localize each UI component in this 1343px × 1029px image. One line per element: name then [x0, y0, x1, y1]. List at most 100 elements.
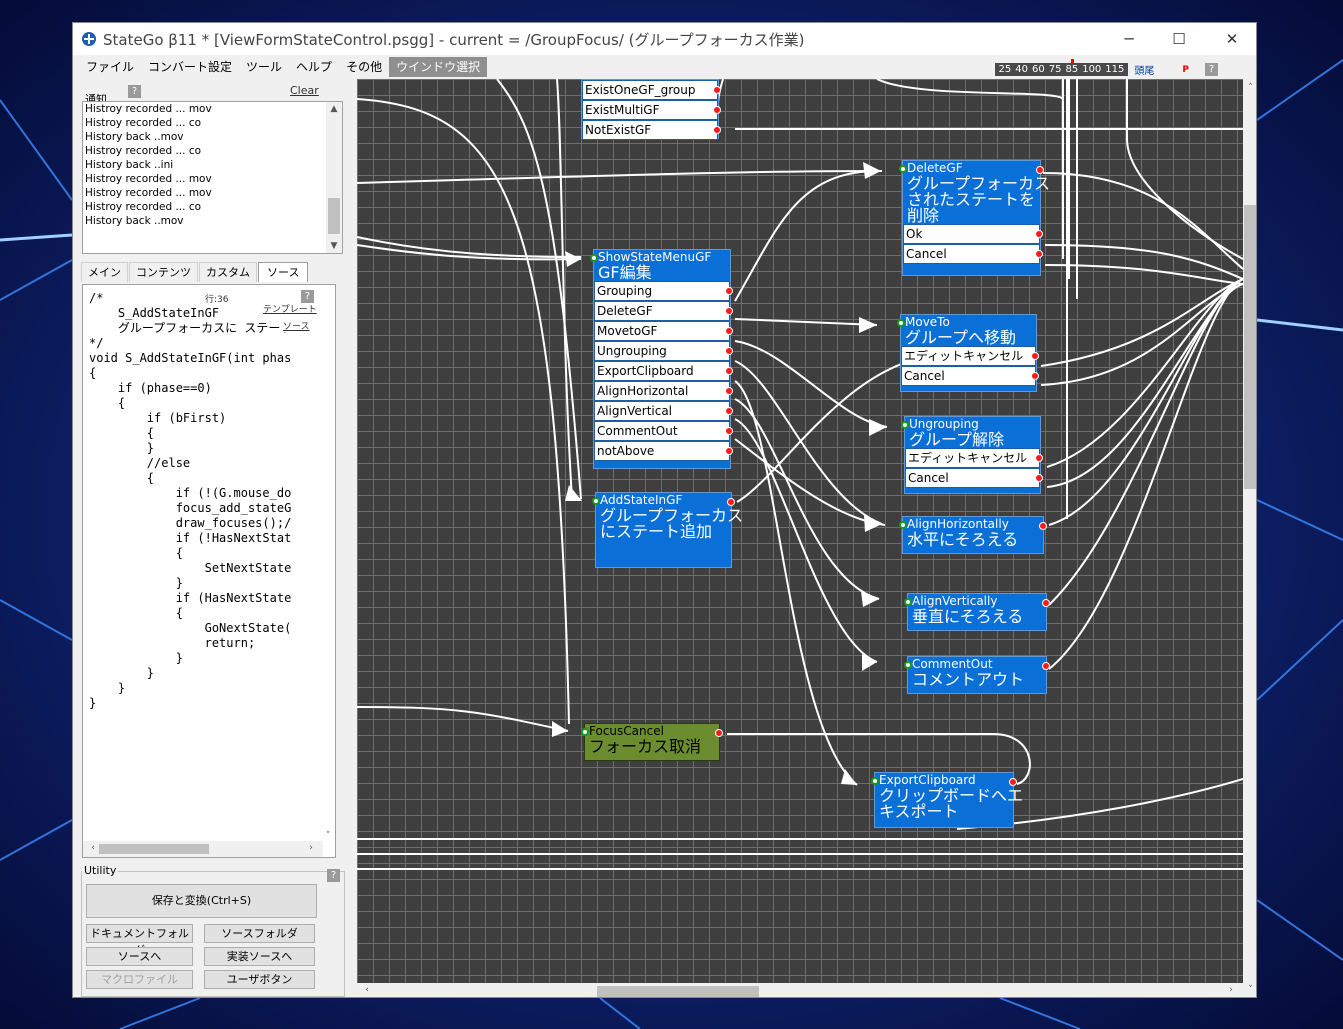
state-canvas[interactable]: ExistOneGF_group ExistMultiGF NotExistGF…	[357, 79, 1243, 983]
scroll-right-icon[interactable]: ›	[303, 843, 319, 853]
canvas-vscrollbar[interactable]: ˄ ˅	[1243, 79, 1256, 997]
title-bar[interactable]: StateGo β11 * [ViewFormStateControl.psgg…	[73, 23, 1256, 55]
node-branch[interactable]: AlignVertical	[594, 401, 733, 421]
scroll-up-icon[interactable]: ˄	[1243, 83, 1256, 93]
menu-other[interactable]: その他	[339, 55, 389, 79]
state-node-focuscancel[interactable]: FocusCancel フォーカス取消	[581, 723, 723, 761]
output-pin[interactable]	[725, 307, 733, 315]
notice-scrollbar[interactable]: ▲ ▼	[326, 102, 342, 253]
node-branch[interactable]: Cancel	[903, 244, 1043, 264]
state-node-top[interactable]: ExistOneGF_group ExistMultiGF NotExistGF	[581, 79, 721, 140]
output-pin[interactable]	[1009, 778, 1017, 786]
menu-file[interactable]: ファイル	[79, 55, 141, 79]
node-branch[interactable]: AlignHorizontal	[594, 381, 733, 401]
scroll-thumb[interactable]	[1244, 205, 1256, 489]
node-branch[interactable]: Cancel	[905, 468, 1043, 488]
tab-contents[interactable]: コンテンツ	[129, 262, 198, 282]
output-pin[interactable]	[725, 327, 733, 335]
scroll-left-icon[interactable]: ‹	[359, 985, 375, 995]
input-pin[interactable]	[901, 421, 909, 429]
output-pin[interactable]	[725, 367, 733, 375]
state-node-deletegf[interactable]: DeleteGF グループフォーカス されたステートを 削除 Ok Cancel	[899, 160, 1050, 276]
zoom-level-current[interactable]: 85	[1063, 64, 1080, 75]
zoom-level[interactable]: 75	[1047, 64, 1064, 75]
node-branch[interactable]: Grouping	[594, 281, 733, 301]
p-icon[interactable]: P	[1182, 65, 1189, 75]
node-branch[interactable]: ExportClipboard	[594, 361, 733, 381]
state-node-addstate[interactable]: AddStateInGF グループフォーカス にステート追加	[592, 492, 743, 568]
input-pin[interactable]	[899, 165, 907, 173]
menu-help[interactable]: ヘルプ	[289, 55, 339, 79]
node-branch[interactable]: notAbove	[594, 441, 733, 461]
node-branch[interactable]: ExistOneGF_group	[582, 80, 721, 100]
user-button[interactable]: ユーザボタン	[204, 970, 315, 989]
help-icon[interactable]: ?	[128, 85, 141, 98]
help-icon[interactable]: ?	[327, 869, 340, 882]
output-pin[interactable]	[725, 347, 733, 355]
scroll-down-icon[interactable]: ˅	[1243, 985, 1256, 995]
zoom-level[interactable]: 25	[997, 64, 1014, 75]
node-branch[interactable]: NotExistGF	[582, 120, 721, 140]
state-node-commentout[interactable]: CommentOut コメントアウト	[904, 656, 1050, 694]
output-pin[interactable]	[725, 427, 733, 435]
state-node-alignv[interactable]: AlignVertically 垂直にそろえる	[904, 593, 1050, 631]
src-folder-button[interactable]: ソースフォルダ	[204, 924, 315, 943]
node-branch[interactable]: Cancel	[901, 366, 1039, 386]
input-pin[interactable]	[581, 728, 589, 736]
output-pin[interactable]	[1039, 522, 1047, 530]
input-pin[interactable]	[897, 319, 905, 327]
scroll-thumb[interactable]	[597, 986, 759, 997]
source-hscrollbar[interactable]: ‹ ›	[83, 841, 323, 857]
output-pin[interactable]	[725, 447, 733, 455]
output-pin[interactable]	[725, 407, 733, 415]
node-branch[interactable]: エディットキャンセル	[905, 448, 1043, 468]
output-pin[interactable]	[713, 126, 721, 134]
macro-file-button[interactable]: マクロファイル	[86, 970, 193, 989]
node-branch[interactable]: Ok	[903, 224, 1043, 244]
output-pin[interactable]	[1042, 599, 1050, 607]
output-pin[interactable]	[713, 86, 721, 94]
zoom-slider[interactable]: 25 40 60 75 85 100 115	[994, 59, 1129, 76]
minimize-icon[interactable]: ─	[1106, 23, 1152, 55]
input-pin[interactable]	[904, 661, 912, 669]
source-link[interactable]: ソース	[283, 319, 310, 332]
state-node-alignh[interactable]: AlignHorizontally 水平にそろえる	[899, 516, 1047, 554]
template-link[interactable]: テンプレート	[263, 302, 317, 315]
head-tail-label[interactable]: 頭尾	[1134, 62, 1154, 77]
close-icon[interactable]: ✕	[1209, 23, 1255, 55]
doc-folder-button[interactable]: ドキュメントフォルダ	[86, 924, 193, 957]
source-code[interactable]: /* S_AddStateInGF グループフォーカスに ステート */ voi…	[89, 291, 315, 711]
state-node-moveto[interactable]: MoveTo グループへ移動 エディットキャンセル Cancel	[897, 314, 1039, 392]
zoom-level[interactable]: 115	[1103, 64, 1126, 75]
source-panel[interactable]: /* S_AddStateInGF グループフォーカスに ステート */ voi…	[82, 284, 336, 858]
maximize-icon[interactable]: ☐	[1156, 23, 1202, 55]
output-pin[interactable]	[1035, 230, 1043, 238]
scroll-up-icon[interactable]: ▲	[326, 104, 342, 114]
tab-source[interactable]: ソース	[258, 262, 309, 282]
output-pin[interactable]	[1035, 250, 1043, 258]
state-node-ungrouping[interactable]: Ungrouping グループ解除 エディットキャンセル Cancel	[901, 416, 1043, 494]
output-pin[interactable]	[1042, 662, 1050, 670]
output-pin[interactable]	[1035, 474, 1043, 482]
input-pin[interactable]	[592, 497, 600, 505]
output-pin[interactable]	[725, 287, 733, 295]
zoom-level[interactable]: 60	[1030, 64, 1047, 75]
state-node-export[interactable]: ExportClipboard クリップボードへエ キスポート	[871, 772, 1023, 828]
output-pin[interactable]	[1035, 454, 1043, 462]
node-branch[interactable]: ExistMultiGF	[582, 100, 721, 120]
clear-link[interactable]: Clear	[290, 84, 319, 97]
save-convert-button[interactable]: 保存と変換(Ctrl+S)	[86, 884, 317, 918]
menu-convert-settings[interactable]: コンバート設定	[141, 55, 239, 79]
scroll-right-icon[interactable]: ›	[1223, 985, 1239, 995]
help-icon[interactable]: ?	[1205, 63, 1218, 76]
output-pin[interactable]	[1036, 166, 1044, 174]
menu-window-select[interactable]: ウインドウ選択	[389, 57, 488, 77]
node-branch[interactable]: エディットキャンセル	[901, 346, 1039, 366]
notice-list[interactable]: Histroy recorded ... mov Histroy recorde…	[82, 101, 343, 254]
input-pin[interactable]	[871, 777, 879, 785]
scroll-thumb[interactable]	[328, 198, 340, 234]
source-vscrollbar[interactable]: ˅	[321, 285, 335, 843]
scroll-thumb[interactable]	[99, 844, 209, 854]
output-pin[interactable]	[1031, 372, 1039, 380]
help-icon[interactable]: ?	[301, 290, 314, 303]
